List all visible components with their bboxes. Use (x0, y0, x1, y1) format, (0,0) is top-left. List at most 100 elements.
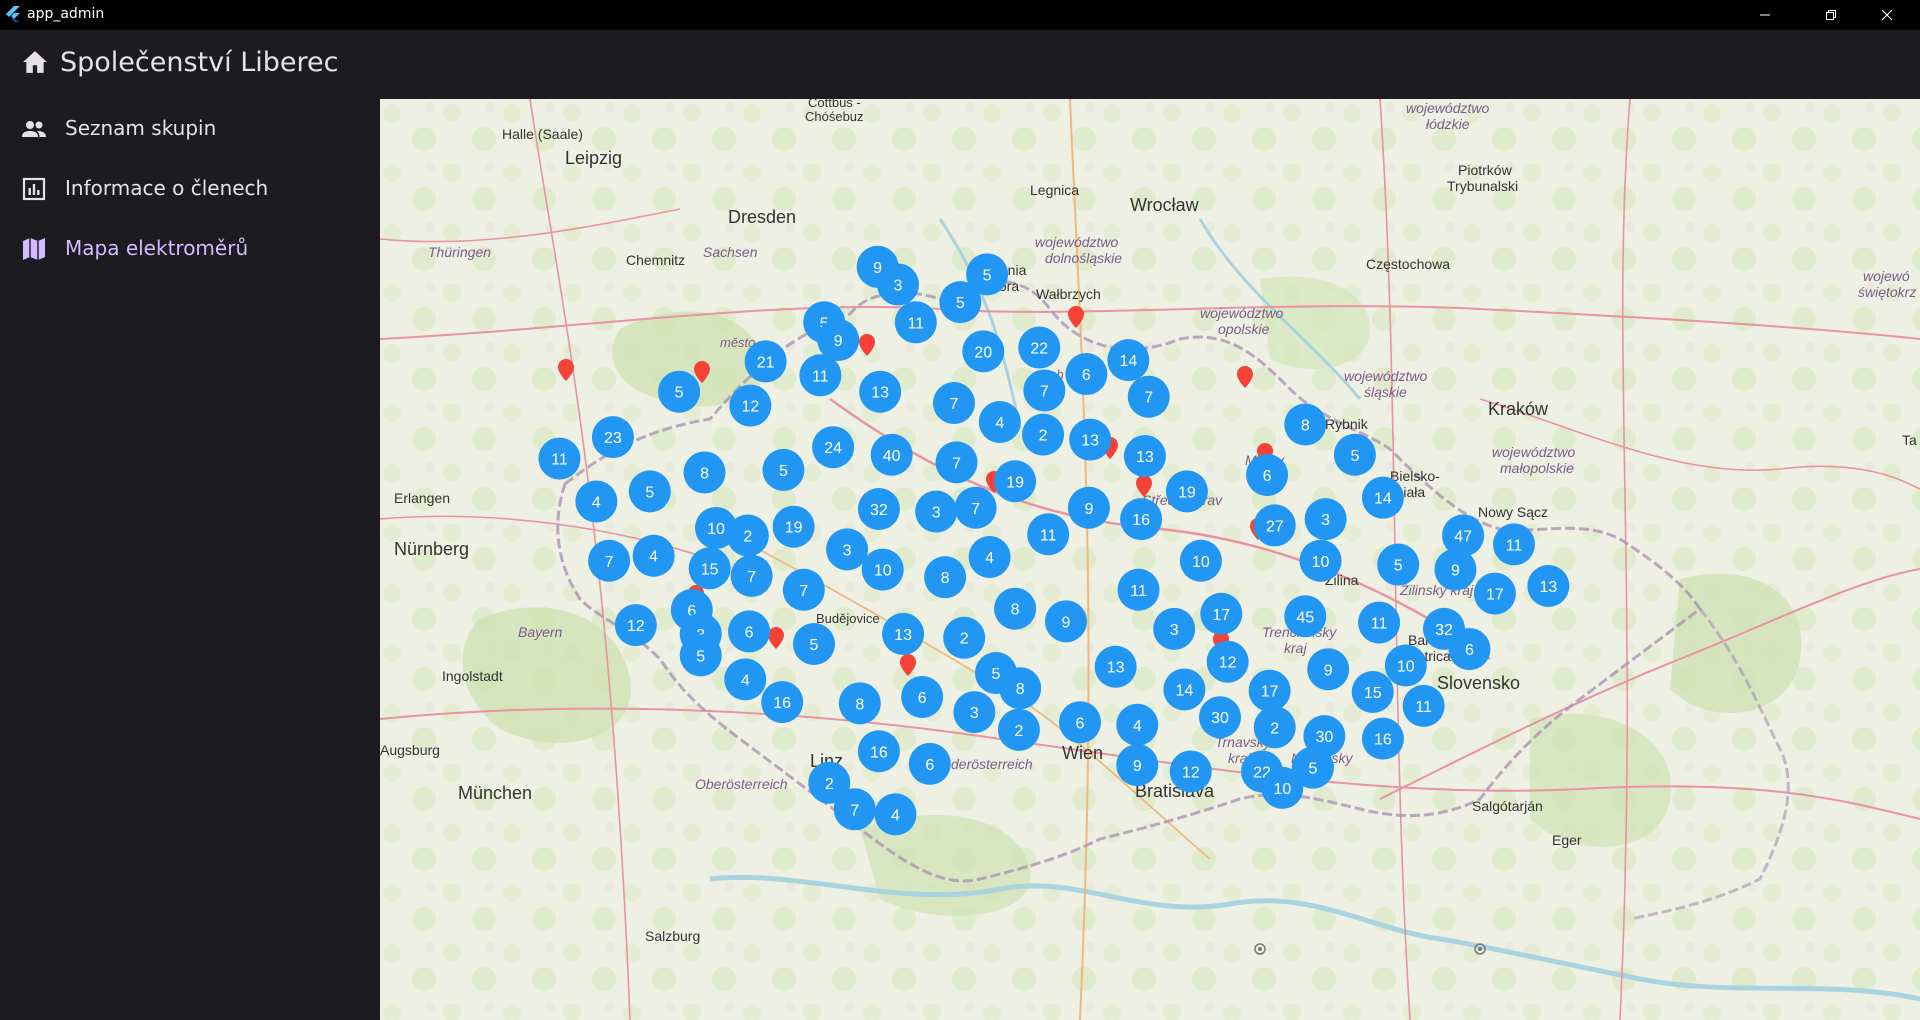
meter-cluster[interactable]: 19 (1165, 470, 1208, 513)
meter-cluster[interactable]: 7 (933, 382, 975, 425)
meter-cluster[interactable]: 5 (762, 448, 805, 491)
meter-cluster[interactable]: 20 (962, 330, 1005, 373)
meter-cluster[interactable]: 3 (826, 528, 869, 571)
meter-cluster[interactable]: 15 (688, 547, 731, 590)
meter-cluster[interactable]: 24 (812, 426, 855, 469)
meter-cluster[interactable]: 6 (1059, 701, 1101, 744)
meter-cluster[interactable]: 8 (999, 667, 1042, 710)
meter-cluster[interactable]: 7 (588, 539, 631, 582)
meter-cluster[interactable]: 4 (1116, 703, 1159, 746)
meter-cluster[interactable]: 3 (953, 691, 996, 734)
meter-cluster[interactable]: 11 (1493, 523, 1535, 566)
meter-cluster[interactable]: 9 (1045, 600, 1087, 643)
meter-cluster[interactable]: 3 (1304, 498, 1347, 541)
meter-cluster[interactable]: 2 (726, 514, 769, 557)
meter-cluster[interactable]: 2 (1253, 706, 1296, 749)
meter-cluster[interactable]: 5 (1377, 543, 1420, 586)
meter-cluster[interactable]: 10 (1299, 539, 1342, 582)
meter-cluster[interactable]: 13 (1527, 564, 1570, 607)
meter-cluster[interactable]: 3 (1153, 607, 1196, 650)
meter-cluster[interactable]: 3 (915, 490, 958, 533)
meter-cluster[interactable]: 16 (1361, 717, 1404, 760)
meter-cluster[interactable]: 8 (1284, 403, 1327, 446)
meter-cluster[interactable]: 21 (744, 340, 787, 383)
meter-cluster[interactable]: 6 (728, 610, 771, 653)
meter-cluster[interactable]: 19 (994, 460, 1037, 503)
meter-cluster[interactable]: 11 (1027, 513, 1070, 556)
meter-cluster[interactable]: 22 (1018, 326, 1061, 369)
meter-cluster[interactable]: 11 (1117, 568, 1160, 611)
meter-cluster[interactable]: 13 (1069, 418, 1112, 461)
meter-cluster[interactable]: 4 (724, 658, 767, 701)
meter-cluster[interactable]: 23 (591, 416, 634, 459)
meter-cluster[interactable]: 8 (683, 451, 726, 494)
meter-cluster[interactable]: 19 (772, 505, 815, 548)
meter-cluster[interactable]: 45 (1284, 595, 1327, 638)
meter-cluster[interactable]: 13 (859, 370, 902, 413)
nav-item-mapa-elektromeru[interactable]: Mapa elektroměrů (0, 219, 380, 279)
meter-cluster[interactable]: 10 (1179, 539, 1222, 582)
meter-cluster[interactable]: 14 (1107, 339, 1150, 382)
meter-cluster[interactable]: 5 (939, 281, 982, 324)
meter-cluster[interactable]: 2 (1022, 413, 1065, 456)
meter-cluster[interactable]: 7 (730, 554, 773, 597)
meter-cluster[interactable]: 11 (799, 354, 842, 397)
meter-cluster[interactable]: 12 (729, 384, 772, 427)
restore-button[interactable] (1808, 0, 1854, 30)
meter-cluster[interactable]: 6 (1065, 353, 1108, 396)
meter-cluster[interactable]: 5 (679, 634, 722, 677)
meter-cluster[interactable]: 14 (1163, 668, 1206, 711)
meter-cluster[interactable]: 7 (935, 441, 978, 484)
meter-cluster[interactable]: 4 (978, 400, 1021, 443)
meter-cluster[interactable]: 6 (908, 742, 951, 785)
meter-cluster[interactable]: 13 (1094, 645, 1137, 688)
home-icon[interactable] (22, 50, 48, 74)
meter-cluster[interactable]: 2 (997, 708, 1040, 751)
meter-cluster[interactable]: 40 (870, 433, 913, 476)
meter-cluster[interactable]: 6 (901, 676, 944, 719)
meter-cluster[interactable]: 6 (1448, 628, 1491, 671)
meter-cluster[interactable]: 6 (1246, 453, 1289, 496)
meter-cluster[interactable]: 7 (833, 788, 876, 831)
meter-cluster[interactable]: 5 (658, 370, 701, 413)
nav-item-informace-o-clenech[interactable]: Informace o členech (0, 159, 380, 219)
meter-cluster[interactable]: 2 (943, 616, 986, 659)
meter-cluster[interactable]: 5 (1333, 433, 1376, 476)
meter-cluster[interactable]: 27 (1253, 504, 1296, 547)
map-canvas[interactable]: Halle (Saale) Leipzig Cottbus - Chóśebuz… (380, 99, 1920, 1020)
meter-cluster[interactable]: 14 (1361, 476, 1404, 519)
meter-cluster[interactable]: 13 (882, 612, 925, 655)
meter-cluster[interactable]: 9 (1067, 486, 1110, 529)
meter-cluster[interactable]: 9 (1434, 548, 1477, 591)
meter-cluster[interactable]: 7 (1127, 375, 1170, 418)
meter-cluster[interactable]: 4 (968, 535, 1011, 578)
meter-cluster[interactable]: 17 (1200, 592, 1243, 635)
meter-cluster[interactable]: 12 (614, 604, 657, 647)
meter-cluster[interactable]: 9 (1116, 744, 1159, 787)
close-button[interactable] (1864, 0, 1910, 30)
meter-cluster[interactable]: 11 (538, 437, 581, 480)
meter-cluster[interactable]: 5 (793, 623, 835, 666)
nav-item-seznam-skupin[interactable]: Seznam skupin (0, 99, 380, 159)
meter-cluster[interactable]: 10 (861, 548, 904, 591)
meter-cluster[interactable]: 17 (1248, 669, 1291, 712)
meter-cluster[interactable]: 7 (954, 486, 997, 529)
meter-cluster[interactable]: 16 (857, 730, 900, 773)
meter-cluster[interactable]: 16 (1120, 498, 1163, 541)
meter-cluster[interactable]: 30 (1199, 696, 1241, 739)
meter-cluster[interactable]: 8 (838, 682, 881, 725)
meter-cluster[interactable]: 8 (924, 556, 967, 599)
meter-cluster[interactable]: 7 (782, 568, 825, 611)
meter-cluster[interactable]: 10 (1261, 766, 1304, 809)
meter-cluster[interactable]: 16 (761, 681, 804, 724)
meter-cluster[interactable]: 11 (894, 301, 937, 344)
meter-cluster[interactable]: 9 (1307, 648, 1350, 691)
meter-cluster[interactable]: 4 (874, 793, 917, 836)
meter-cluster[interactable]: 5 (628, 470, 671, 513)
meter-cluster[interactable]: 4 (632, 534, 675, 577)
meter-cluster[interactable]: 17 (1473, 572, 1516, 615)
meter-cluster[interactable]: 11 (1358, 601, 1401, 644)
minimize-button[interactable] (1742, 0, 1788, 30)
meter-cluster[interactable]: 8 (994, 587, 1037, 630)
meter-cluster[interactable]: 3 (877, 263, 919, 306)
